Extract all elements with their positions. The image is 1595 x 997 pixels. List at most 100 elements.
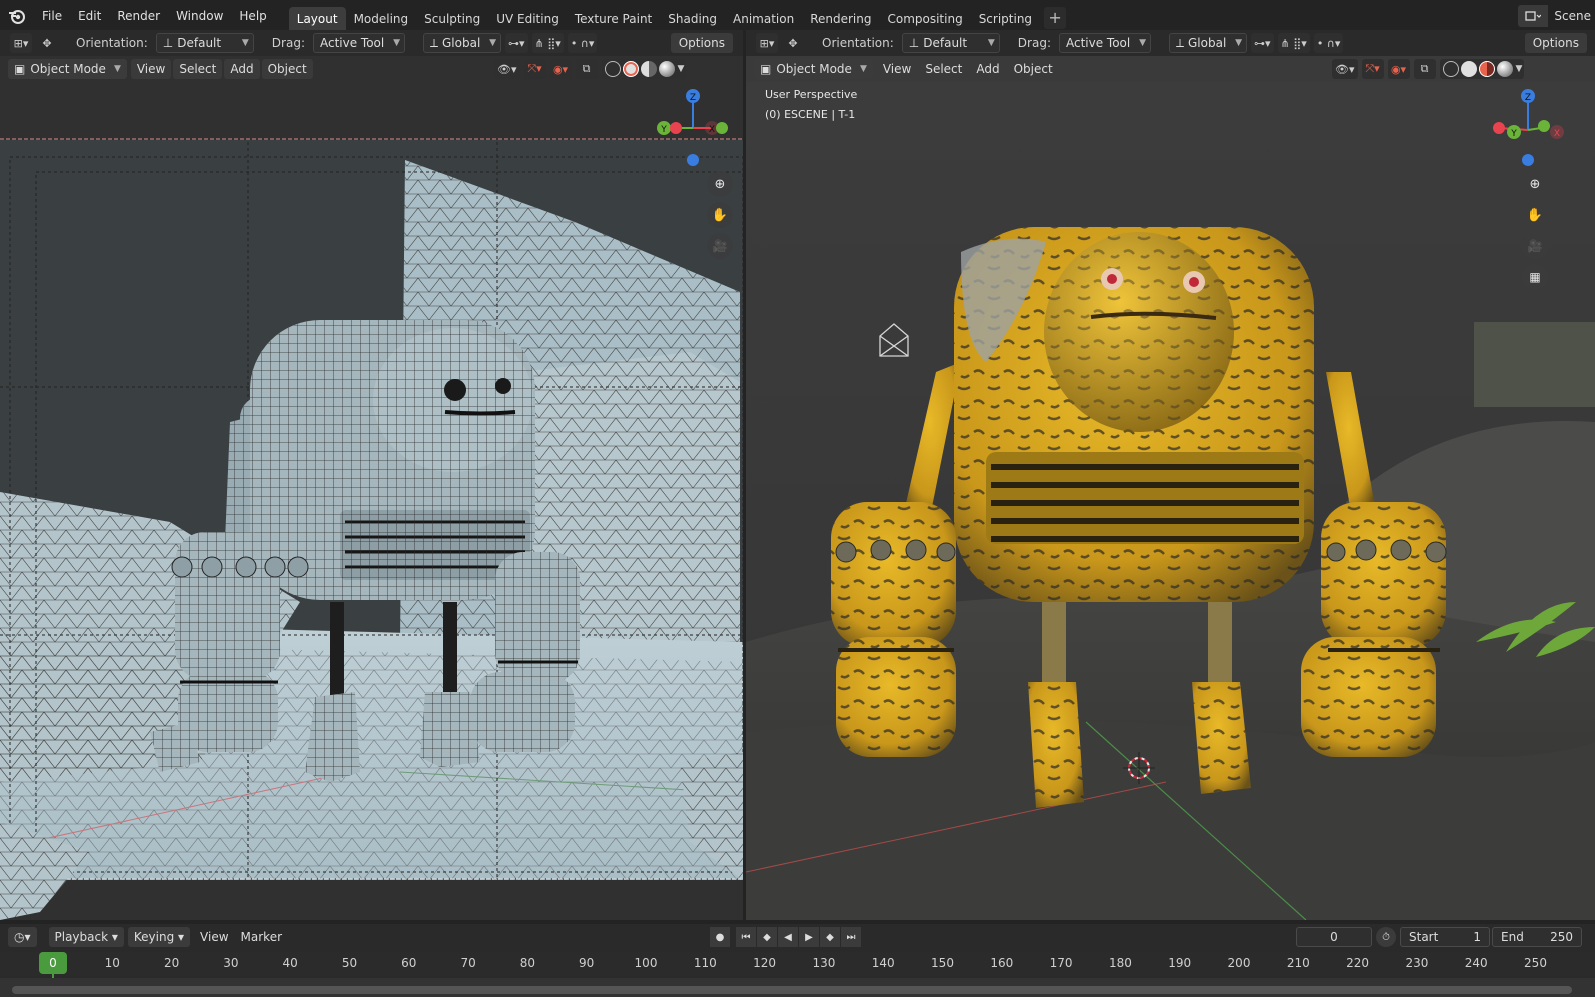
gizmo-toggle-icon[interactable]: ⤧▾ (523, 59, 546, 79)
play-icon[interactable]: ▶ (799, 927, 819, 947)
pivot-icon-right[interactable]: ⊶▾ (1250, 33, 1274, 53)
pan-hand-icon[interactable]: ✋ (707, 202, 733, 228)
material-shading-icon[interactable] (640, 61, 657, 77)
menu-add-right[interactable]: Add (970, 59, 1006, 79)
tab-uv-editing[interactable]: UV Editing (488, 7, 567, 32)
xray-toggle-icon-right[interactable]: ⧉ (1413, 59, 1436, 79)
wireframe-shading-icon[interactable] (604, 61, 621, 77)
timeline-editor-type-icon[interactable]: ◷▾ (8, 927, 37, 947)
tab-shading[interactable]: Shading (660, 7, 725, 32)
solid-shading-icon[interactable] (622, 61, 639, 77)
snap-icon-right[interactable]: ⋔ ⣿▾ (1277, 33, 1310, 53)
move-tool-icon-right[interactable]: ✥ (782, 33, 804, 53)
scene-browse-icon[interactable] (1518, 5, 1549, 27)
wireframe-scene[interactable] (0, 82, 743, 920)
viewport-right[interactable]: ⊞▾ ✥ Orientation: ⊥ Default ▼ Drag: Active… (746, 30, 1595, 920)
tab-layout[interactable]: Layout (288, 7, 346, 32)
editor-type-icon-right[interactable]: ⊞▾ (756, 33, 778, 53)
menu-select-right[interactable]: Select (919, 59, 969, 79)
visibility-icon[interactable]: 👁▾ (494, 59, 520, 79)
tab-animation[interactable]: Animation (725, 7, 802, 32)
zoom-icon[interactable]: ⊕ (707, 171, 733, 197)
rendered-shading-icon-right[interactable] (1496, 61, 1513, 77)
material-shading-icon-right[interactable] (1478, 61, 1495, 77)
viewport-left[interactable]: ⊞▾ ✥ Orientation: ⊥ Default ▼ Drag: Active… (0, 30, 743, 920)
editor-type-icon[interactable]: ⊞▾ (10, 33, 32, 53)
playback-menu[interactable]: Playback ▾ (48, 927, 124, 947)
jump-start-icon[interactable]: ⏮ (736, 927, 756, 947)
move-tool-icon[interactable]: ✥ (36, 33, 58, 53)
frame-tick-label: 140 (871, 956, 895, 970)
timeline-scrollbar[interactable] (12, 986, 1572, 994)
menu-object-right[interactable]: Object (1007, 59, 1059, 79)
menu-view[interactable]: View (130, 59, 172, 79)
play-reverse-icon[interactable]: ◀ (778, 927, 798, 947)
gizmo-z-label-right: Z (1525, 93, 1531, 103)
drag-dropdown-right[interactable]: Active Tool ▼ (1058, 33, 1151, 53)
add-workspace-button[interactable]: + (1044, 7, 1067, 29)
shading-modes[interactable]: ▼ (601, 59, 687, 79)
proportional-edit-icon[interactable]: • ∩▾ (567, 33, 598, 53)
camera-view-icon-right[interactable]: 🎥 (1522, 233, 1548, 259)
next-keyframe-icon[interactable]: ◆ (820, 927, 840, 947)
menu-add[interactable]: Add (224, 59, 260, 79)
rendered-scene[interactable] (746, 82, 1595, 920)
rendered-shading-icon[interactable] (658, 61, 675, 77)
timeline-marker-menu[interactable]: Marker (235, 930, 288, 944)
navigation-gizmo-right[interactable]: Z Y X (1481, 88, 1571, 178)
options-button[interactable]: Options (670, 33, 733, 53)
menu-object[interactable]: Object (261, 59, 313, 79)
menu-help[interactable]: Help (231, 4, 274, 28)
shading-modes-right[interactable]: ▼ (1439, 59, 1525, 79)
jump-end-icon[interactable]: ⏭ (841, 927, 861, 947)
end-frame-field[interactable]: End 250 (1492, 927, 1582, 947)
playhead[interactable]: 0 (39, 952, 67, 974)
tab-sculpting[interactable]: Sculpting (416, 7, 488, 32)
transform-space-dropdown-right[interactable]: ⟂ Global ▼ (1168, 33, 1247, 53)
zoom-icon-right[interactable]: ⊕ (1522, 171, 1548, 197)
orientation-dropdown[interactable]: ⊥ Default ▼ (155, 33, 254, 53)
ortho-grid-icon[interactable]: ▦ (1522, 264, 1548, 290)
record-icon[interactable]: ● (710, 927, 730, 947)
tab-modeling[interactable]: Modeling (346, 7, 417, 32)
keying-menu[interactable]: Keying ▾ (127, 927, 191, 947)
drag-dropdown[interactable]: Active Tool ▼ (312, 33, 405, 53)
timeline-view-menu[interactable]: View (194, 930, 234, 944)
scene-name[interactable]: Scene (1548, 9, 1595, 23)
tab-compositing[interactable]: Compositing (879, 7, 970, 32)
orientation-dropdown-right[interactable]: ⊥ Default ▼ (901, 33, 1000, 53)
snap-icon[interactable]: ⋔ ⣿▾ (531, 33, 564, 53)
frame-ruler[interactable]: 10 20 30 40 50 60 70 80 90 100 110 120 130 140 150 160 1… (0, 952, 1595, 976)
overlay-toggle-icon[interactable]: ◉▾ (549, 59, 572, 79)
start-frame-field[interactable]: Start 1 (1400, 927, 1490, 947)
gizmo-toggle-icon-right[interactable]: ⤧▾ (1361, 59, 1384, 79)
options-button-right[interactable]: Options (1524, 33, 1587, 53)
visibility-icon-right[interactable]: 👁▾ (1332, 59, 1358, 79)
menu-edit[interactable]: Edit (70, 4, 109, 28)
tab-scripting[interactable]: Scripting (971, 7, 1040, 32)
overlay-toggle-icon-right[interactable]: ◉▾ (1387, 59, 1410, 79)
prev-keyframe-icon[interactable]: ◆ (757, 927, 777, 947)
menu-view-right[interactable]: View (876, 59, 918, 79)
wireframe-shading-icon-right[interactable] (1442, 61, 1459, 77)
mode-dropdown[interactable]: ▣ Object Mode ▼ (8, 59, 127, 79)
gizmo-x-label-right: X (1554, 129, 1560, 139)
tab-texture-paint[interactable]: Texture Paint (567, 7, 660, 32)
blender-logo-icon[interactable] (0, 0, 34, 32)
transform-space-dropdown[interactable]: ⟂ Global ▼ (422, 33, 501, 53)
xray-toggle-icon[interactable]: ⧉ (575, 59, 598, 79)
mode-dropdown-right[interactable]: ▣ Object Mode ▼ (754, 59, 873, 79)
menu-file[interactable]: File (34, 4, 70, 28)
current-frame-field[interactable]: 0 (1296, 927, 1372, 947)
navigation-gizmo[interactable]: Z Y X (650, 88, 740, 178)
pivot-icon[interactable]: ⊶▾ (504, 33, 528, 53)
pan-hand-icon-right[interactable]: ✋ (1522, 202, 1548, 228)
proportional-edit-icon-right[interactable]: • ∩▾ (1313, 33, 1344, 53)
menu-render[interactable]: Render (109, 4, 168, 28)
menu-window[interactable]: Window (168, 4, 231, 28)
stopwatch-icon[interactable]: ⏱ (1376, 927, 1396, 947)
solid-shading-icon-right[interactable] (1460, 61, 1477, 77)
tab-rendering[interactable]: Rendering (802, 7, 879, 32)
menu-select[interactable]: Select (173, 59, 223, 79)
camera-view-icon[interactable]: 🎥 (707, 233, 733, 259)
